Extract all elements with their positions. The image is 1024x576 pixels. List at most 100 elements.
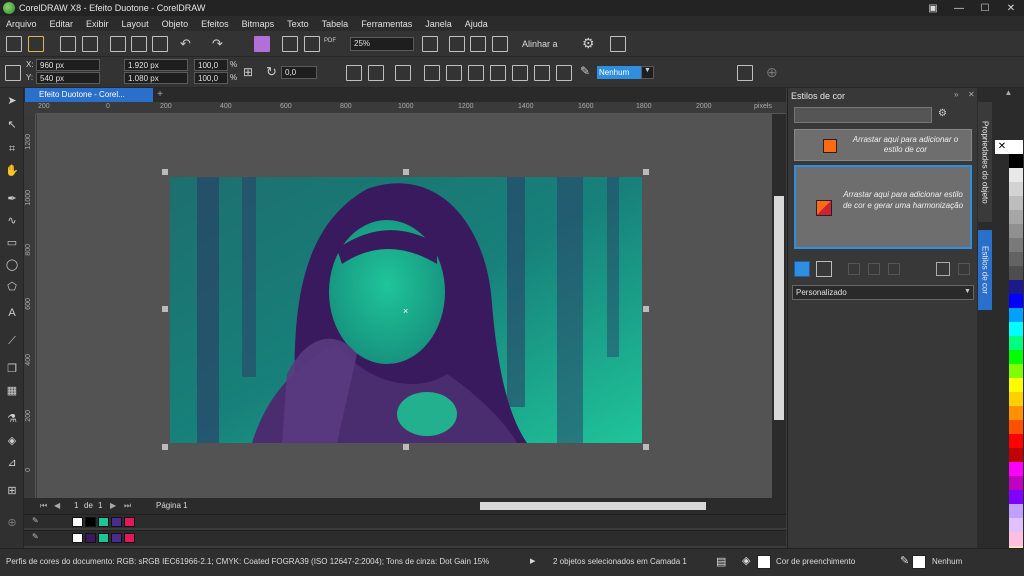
document-tab[interactable]: Efeito Duotone - Corel... [25, 88, 153, 102]
color-palette-swatch[interactable] [1009, 448, 1023, 462]
export-icon[interactable] [304, 36, 320, 52]
color-palette-swatch[interactable] [1009, 350, 1023, 364]
drop-zone-color-style[interactable]: Arrastar aqui para adicionar o estilo de… [794, 129, 972, 161]
print-icon[interactable] [82, 36, 98, 52]
color-palette-swatch[interactable] [1009, 154, 1023, 168]
first-page-icon[interactable]: ⏮ [40, 501, 47, 511]
color-palette-swatch[interactable] [1009, 434, 1023, 448]
back-minus-front-icon[interactable] [534, 65, 550, 81]
color-profile-status[interactable]: Perfis de cores do documento: RGB: sRGB … [6, 557, 489, 566]
color-palette-swatch[interactable] [1009, 392, 1023, 406]
style-set-select[interactable]: Personalizado [792, 285, 974, 300]
options-gear-icon[interactable]: ⚙ [582, 35, 598, 51]
simplify-icon[interactable] [490, 65, 506, 81]
polygon-tool-icon[interactable]: ⬠ [5, 280, 19, 294]
tab-object-properties[interactable]: Propriedades do objeto [978, 102, 992, 222]
color-palette-swatch[interactable] [1009, 168, 1023, 182]
create-boundary-icon[interactable] [556, 65, 572, 81]
palette-swatch[interactable] [72, 517, 83, 527]
no-color-swatch[interactable]: ✕ [995, 140, 1009, 154]
color-styles-options-icon[interactable]: ⚙ [938, 108, 947, 119]
color-palette-swatch[interactable] [1009, 252, 1023, 266]
intersect-icon[interactable] [468, 65, 484, 81]
dimension-tool-icon[interactable]: ⟋ [5, 334, 19, 348]
outline-width-select[interactable]: Nenhum [597, 66, 641, 79]
interactive-fill-icon[interactable]: ◈ [5, 434, 19, 448]
application-launcher-icon[interactable] [610, 36, 626, 52]
fill-swatch[interactable] [757, 555, 771, 569]
artistic-media-icon[interactable]: ∿ [5, 214, 19, 228]
color-palette-swatch[interactable] [1009, 140, 1023, 154]
menu-editar[interactable]: Editar [50, 19, 74, 29]
last-page-icon[interactable]: ⏭ [124, 501, 131, 511]
palette-swatch[interactable] [124, 517, 135, 527]
crop-tool-icon[interactable]: ⌗ [5, 142, 19, 156]
color-palette-swatch[interactable] [1009, 322, 1023, 336]
menu-layout[interactable]: Layout [122, 19, 149, 29]
scale-width-field[interactable]: 100,0 [194, 59, 228, 71]
open-icon[interactable] [28, 36, 44, 52]
new-harmony-icon[interactable] [816, 261, 832, 277]
trim-icon[interactable] [446, 65, 462, 81]
vertical-scrollbar[interactable] [772, 114, 786, 498]
mirror-horizontal-icon[interactable] [346, 65, 362, 81]
color-palette-swatch[interactable] [1009, 364, 1023, 378]
color-palette-swatch[interactable] [1009, 196, 1023, 210]
next-page-icon[interactable]: ▶ [110, 501, 116, 510]
paste-icon[interactable] [152, 36, 168, 52]
duotone-photo[interactable]: × [37, 114, 772, 498]
grid-icon[interactable] [470, 36, 486, 52]
mirror-vertical-icon[interactable] [368, 65, 384, 81]
chevron-down-icon[interactable]: ▼ [641, 66, 654, 79]
new-tab-icon[interactable]: + [154, 89, 166, 101]
color-styles-search[interactable] [794, 107, 932, 123]
menu-ferramentas[interactable]: Ferramentas [361, 19, 412, 29]
color-palette-swatch[interactable] [1009, 308, 1023, 322]
palette-swatch[interactable] [98, 517, 109, 527]
convert-icon[interactable] [888, 263, 900, 275]
eyedropper-icon[interactable]: ✎ [32, 532, 39, 541]
undo-icon[interactable]: ↶ [180, 36, 196, 52]
copy-icon[interactable] [131, 36, 147, 52]
scale-height-field[interactable]: 100,0 [194, 72, 228, 84]
minimize-button[interactable]: — [946, 0, 972, 16]
color-palette-swatch[interactable] [1009, 210, 1023, 224]
full-screen-icon[interactable] [422, 36, 438, 52]
help-icon[interactable]: ▣ [920, 0, 946, 16]
color-palette-swatch[interactable] [1009, 336, 1023, 350]
publish-pdf-icon[interactable]: PDF [324, 38, 340, 54]
menu-exibir[interactable]: Exibir [86, 19, 109, 29]
zoom-select[interactable]: 25% [350, 37, 414, 51]
vertical-scroll-thumb[interactable] [774, 196, 784, 420]
color-palette-swatch[interactable] [1009, 490, 1023, 504]
import-export-icon[interactable] [936, 262, 950, 276]
palette-swatch-2[interactable] [124, 533, 135, 543]
color-palette-swatch[interactable] [1009, 420, 1023, 434]
menu-efeitos[interactable]: Efeitos [201, 19, 229, 29]
palette-scroll-up-icon[interactable]: ▲ [995, 88, 1022, 100]
ellipse-tool-icon[interactable]: ◯ [5, 258, 19, 272]
redo-icon[interactable]: ↷ [212, 36, 228, 52]
maximize-button[interactable]: ☐ [972, 0, 998, 16]
freehand-tool-icon[interactable]: ✒ [5, 192, 19, 206]
import-icon[interactable] [282, 36, 298, 52]
menu-janela[interactable]: Janela [425, 19, 452, 29]
color-palette-swatch[interactable] [1009, 504, 1023, 518]
smart-fill-icon[interactable]: ⊿ [5, 456, 19, 470]
color-palette-swatch[interactable] [1009, 280, 1023, 294]
guidelines-icon[interactable] [492, 36, 508, 52]
drop-shadow-icon[interactable]: ❐ [5, 362, 19, 376]
search-content-icon[interactable] [254, 36, 270, 52]
rectangle-tool-icon[interactable]: ▭ [5, 236, 19, 250]
outline-swatch[interactable] [912, 555, 926, 569]
cut-icon[interactable] [110, 36, 126, 52]
drawing-canvas[interactable]: × [37, 114, 772, 498]
close-button[interactable]: ✕ [998, 0, 1024, 16]
pick-tool-icon[interactable]: ➤ [5, 94, 19, 108]
rotation-angle-field[interactable]: 0,0 [281, 66, 317, 79]
color-palette-swatch[interactable] [1009, 518, 1023, 532]
eyedropper-icon[interactable]: ⚗ [5, 412, 19, 426]
color-palette-swatch[interactable] [1009, 406, 1023, 420]
new-document-icon[interactable] [6, 36, 22, 52]
edit-style-icon[interactable] [848, 263, 860, 275]
